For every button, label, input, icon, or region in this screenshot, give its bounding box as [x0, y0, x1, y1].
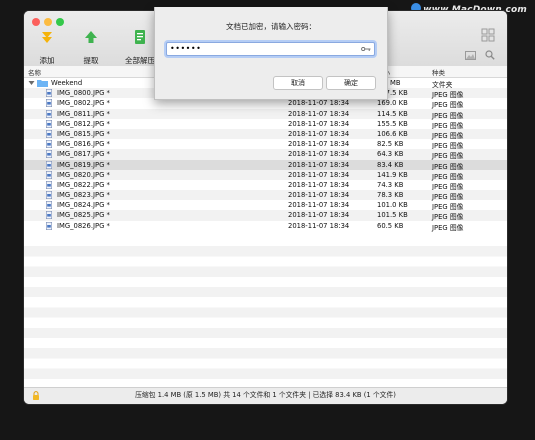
password-value: •••••• [170, 44, 202, 53]
file-row[interactable]: IMG_0816.JPG * 2018-11-07 18:34 82.5 KB JPE… [24, 139, 507, 150]
key-icon[interactable] [361, 46, 371, 52]
file-date: 2018-11-07 18:34 [288, 211, 350, 220]
file-date: 2018-11-07 18:34 [288, 221, 350, 230]
add-label: 添加 [39, 56, 55, 65]
file-size: 169.0 KB [377, 99, 408, 108]
zoom-window-button[interactable] [56, 18, 64, 26]
file-name: IMG_0825.JPG * [57, 211, 110, 220]
file-name: IMG_0815.JPG * [57, 129, 110, 138]
image-file-icon [46, 191, 52, 200]
file-name: IMG_0816.JPG * [57, 140, 110, 149]
file-row[interactable]: IMG_0823.JPG * 2018-11-07 18:34 78.3 KB JPE… [24, 190, 507, 201]
file-size: 106.6 KB [377, 129, 408, 138]
status-text: 压缩包 1.4 MB (原 1.5 MB) 共 14 个文件和 1 个文件夹 |… [135, 391, 396, 399]
arrow-down-icon [42, 32, 52, 43]
file-date: 2018-11-07 18:34 [288, 191, 350, 200]
image-file-icon [46, 180, 52, 189]
image-preview-icon[interactable] [465, 51, 476, 60]
image-file-icon [46, 109, 52, 118]
file-row[interactable]: IMG_0817.JPG * 2018-11-07 18:34 64.3 KB JPE… [24, 149, 507, 160]
file-size: 101.0 KB [377, 201, 408, 210]
arrow-up-icon [85, 31, 97, 43]
file-size: 60.5 KB [377, 221, 404, 230]
grid-icon[interactable] [481, 28, 495, 42]
file-size: 155.5 KB [377, 119, 408, 128]
file-size: 78.3 KB [377, 191, 404, 200]
file-row[interactable]: IMG_0811.JPG * 2018-11-07 18:34 114.5 KB JP… [24, 108, 507, 120]
search-icon[interactable] [485, 50, 495, 60]
chevron-down-icon[interactable] [28, 80, 35, 86]
file-date: 2018-11-07 18:34 [288, 160, 350, 169]
lock-icon[interactable] [32, 391, 40, 400]
file-row[interactable]: IMG_0824.JPG * 2018-11-07 18:34 101.0 KB JP… [24, 200, 507, 211]
image-file-icon [46, 211, 52, 220]
file-row[interactable]: IMG_0820.JPG * 2018-11-07 18:34 141.9 KB JP… [24, 169, 507, 181]
extract-button[interactable]: 提取 [71, 29, 111, 66]
image-file-icon [46, 150, 52, 159]
file-date: 2018-11-07 18:34 [288, 150, 350, 159]
image-file-icon [46, 129, 52, 138]
file-row[interactable]: IMG_0812.JPG * 2018-11-07 18:34 155.5 KB JP… [24, 119, 507, 130]
file-date: 2018-11-07 18:34 [288, 129, 350, 138]
file-name: IMG_0822.JPG * [57, 180, 110, 189]
close-window-button[interactable] [32, 18, 40, 26]
file-name: IMG_0823.JPG * [57, 191, 110, 200]
dialog-title: 文档已加密，请输入密码： [226, 22, 316, 31]
column-kind[interactable]: 种类 [432, 67, 445, 77]
file-name: IMG_0802.JPG * [57, 99, 110, 108]
file-date: 2018-11-07 18:34 [288, 119, 350, 128]
extract-label: 提取 [83, 56, 99, 65]
file-name: IMG_0824.JPG * [57, 201, 110, 210]
file-size: 82.5 KB [377, 140, 404, 149]
empty-list-area [24, 236, 507, 388]
file-size: 83.4 KB [377, 160, 404, 169]
file-name: IMG_0811.JPG * [57, 109, 110, 118]
file-date: 2018-11-07 18:34 [288, 99, 350, 108]
file-date: 2018-11-07 18:34 [288, 180, 350, 189]
file-row[interactable]: IMG_0822.JPG * 2018-11-07 18:34 74.3 KB JPE… [24, 180, 507, 191]
file-name: IMG_0820.JPG * [57, 170, 110, 179]
image-file-icon [46, 221, 52, 230]
file-name: IMG_0817.JPG * [57, 150, 110, 159]
image-file-icon [46, 201, 52, 210]
file-name: IMG_0826.JPG * [57, 221, 110, 230]
file-date: 2018-11-07 18:34 [288, 201, 350, 210]
image-file-icon [46, 89, 52, 98]
column-name[interactable]: 名称 [28, 67, 41, 77]
image-file-icon [46, 170, 52, 179]
file-list: Weekend 1.5 MB 文件夹 IMG_0800.JPG *2018-11… [24, 78, 507, 232]
folder-icon [37, 80, 48, 87]
password-field[interactable]: •••••• [166, 42, 375, 56]
file-kind: JPEG 图像 [432, 223, 464, 232]
document-icon [135, 30, 145, 44]
file-date: 2018-11-07 18:34 [288, 170, 350, 179]
image-file-icon [46, 160, 52, 169]
file-row[interactable]: IMG_0826.JPG * 2018-11-07 18:34 60.5 KB JPE… [24, 221, 507, 232]
file-name: IMG_0812.JPG * [57, 119, 110, 128]
file-size: 64.3 KB [377, 150, 404, 159]
file-name: IMG_0819.JPG * [57, 160, 110, 169]
file-name: IMG_0800.JPG * [57, 89, 110, 98]
folder-name: Weekend [51, 79, 83, 87]
image-file-icon [46, 99, 52, 108]
status-bar: 压缩包 1.4 MB (原 1.5 MB) 共 14 个文件和 1 个文件夹 |… [24, 387, 507, 404]
file-size: 141.9 KB [377, 170, 408, 179]
file-size: 114.5 KB [377, 109, 408, 118]
password-dialog: 文档已加密，请输入密码： •••••• 取消 确定 [154, 7, 388, 100]
add-button[interactable]: 添加 [27, 29, 67, 66]
file-size: 74.3 KB [377, 180, 404, 189]
ok-button[interactable]: 确定 [326, 76, 376, 90]
file-date: 2018-11-07 18:34 [288, 140, 350, 149]
file-date: 2018-11-07 18:34 [288, 109, 350, 118]
file-row[interactable]: IMG_0819.JPG * 2018-11-07 18:34 83.4 KB JPE… [24, 159, 507, 171]
image-file-icon [46, 119, 52, 128]
cancel-button[interactable]: 取消 [273, 76, 323, 90]
minimize-window-button[interactable] [44, 18, 52, 26]
file-row[interactable]: IMG_0815.JPG * 2018-11-07 18:34 106.6 KB JP… [24, 128, 507, 140]
image-file-icon [46, 140, 52, 149]
file-row[interactable]: IMG_0825.JPG * 2018-11-07 18:34 101.5 KB JP… [24, 210, 507, 221]
file-size: 101.5 KB [377, 211, 408, 220]
